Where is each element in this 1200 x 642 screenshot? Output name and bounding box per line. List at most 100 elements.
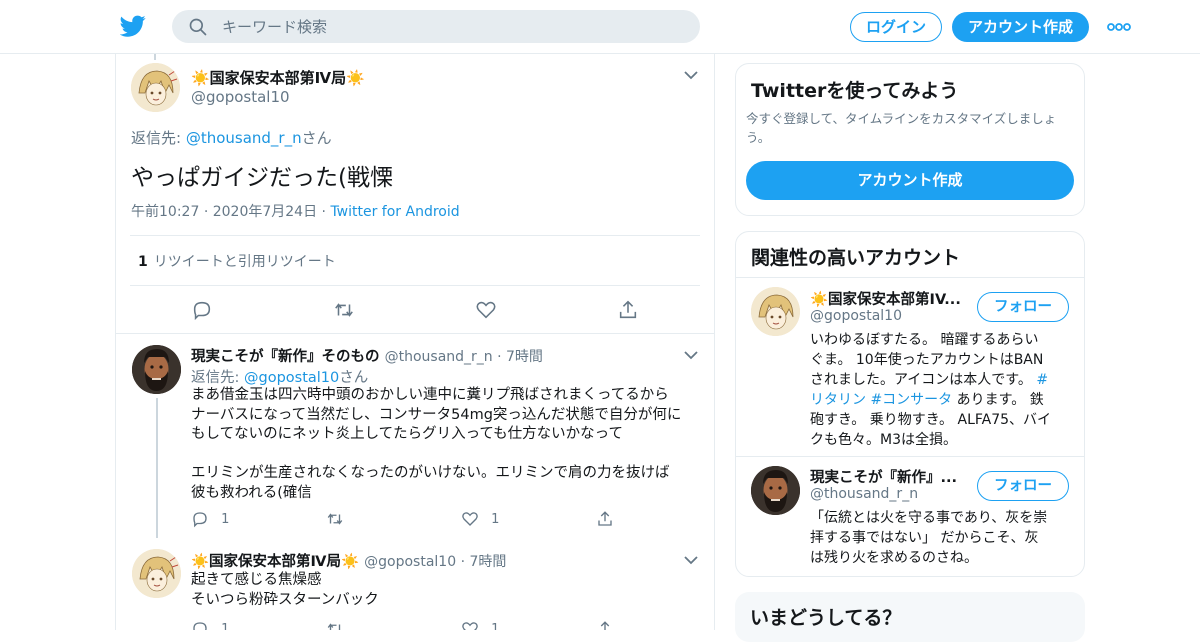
bio-text: されました。アイコンは本人です。	[810, 372, 1037, 388]
reply-to-line: 返信先: @thousand_r_nさん	[131, 127, 332, 148]
anime-avatar-icon	[131, 63, 180, 112]
bearded-man-avatar-icon	[751, 466, 800, 515]
tweet-text: まあ借金玉は四六時中頭のおかしい連中に糞リプ飛ばされまくってるから ナーバスにな…	[191, 386, 701, 503]
signup-card-subtitle-line: 今すぐ登録して、タイムラインをカスタマイズしましょ	[746, 111, 1057, 126]
bio-line: ぐま。 10年使ったアカウントはBAN	[810, 352, 1044, 368]
like-action[interactable]: 1	[461, 510, 499, 528]
bio-line: リタリン #コンサータ あります。 鉄	[810, 390, 1072, 410]
reply-action[interactable]: 1	[191, 620, 229, 630]
avatar[interactable]	[132, 549, 181, 598]
reply-header: 現実こそが『新作』そのもの @thousand_r_n · 7時間	[191, 345, 543, 366]
like-count: 1	[491, 621, 500, 631]
retweet-stats[interactable]: 1 リツイートと引用リツイート	[138, 251, 336, 271]
bio-line: されました。アイコンは本人です。 #	[810, 370, 1072, 390]
bio-line: いわゆるぼすたる。 暗躍するあらい	[810, 332, 1039, 348]
tweet-time[interactable]: 7時間	[506, 349, 543, 365]
retweet-stats-label: リツイートと引用リツイート	[153, 254, 336, 270]
share-action[interactable]	[596, 510, 614, 528]
tweet-text-line: 彼も救われる(確信	[191, 484, 312, 501]
author-name[interactable]: ☀️国家保安本部第Ⅳ局☀️	[191, 554, 359, 570]
retweet-icon[interactable]	[333, 299, 355, 321]
search-input[interactable]	[222, 10, 682, 43]
share-action[interactable]	[596, 620, 614, 630]
avatar[interactable]	[131, 63, 180, 112]
twitter-bird-logo-icon[interactable]	[120, 13, 146, 39]
meta-separator: ·	[456, 554, 470, 570]
reply-to-handle-link[interactable]: @thousand_r_n	[186, 129, 302, 147]
account-handle[interactable]: @gopostal10	[810, 308, 902, 324]
follow-button[interactable]: フォロー	[977, 471, 1069, 501]
reply-to-label: 返信先:	[131, 129, 186, 147]
reply-icon[interactable]	[191, 510, 209, 528]
author-handle[interactable]: @gopostal10	[364, 554, 456, 570]
tweet-text-line: ナーバスになって当然だし、コンサータ54mg突っ込んだ状態で自分が何に	[191, 406, 682, 423]
like-heart-icon[interactable]	[475, 299, 497, 321]
related-accounts-card: 関連性の高いアカウント ☀️国家保安本部第IV... @gopostal10 フ…	[735, 231, 1085, 577]
author-handle[interactable]: @gopostal10	[191, 88, 290, 106]
author-handle[interactable]: @thousand_r_n	[385, 349, 493, 365]
bio-line: クも色々。M3は全損。	[810, 432, 957, 448]
divider	[130, 285, 700, 286]
search-box[interactable]	[172, 10, 700, 43]
chevron-down-icon[interactable]	[684, 555, 698, 565]
avatar[interactable]	[751, 466, 800, 515]
tweet-time[interactable]: 午前10:27	[131, 204, 199, 220]
login-button[interactable]: ログイン	[850, 12, 942, 42]
tweet-text-line: まあ借金玉は四六時中頭のおかしい連中に糞リプ飛ばされまくってるから	[191, 387, 669, 403]
bio-line: 「伝統とは火を守る事であり、灰を崇	[810, 510, 1048, 526]
bio-line: 拝する事ではない」 だからこそ、灰	[810, 530, 1039, 546]
hashtag-link[interactable]: #コンサータ	[870, 392, 952, 408]
reply-count: 1	[221, 621, 230, 631]
chevron-down-icon[interactable]	[684, 70, 698, 80]
avatar[interactable]	[751, 287, 800, 336]
share-icon[interactable]	[617, 299, 639, 321]
reply-icon[interactable]	[191, 620, 209, 630]
author-name[interactable]: 現実こそが『新作』そのもの	[191, 349, 380, 365]
retweet-icon[interactable]	[326, 620, 344, 630]
divider	[116, 333, 714, 334]
account-handle[interactable]: @thousand_r_n	[810, 486, 918, 502]
avatar[interactable]	[132, 345, 181, 394]
bearded-man-avatar-icon	[132, 345, 181, 394]
top-navigation-bar: ログイン アカウント作成	[0, 0, 1200, 54]
bio-text: あります。 鉄	[952, 392, 1044, 408]
share-icon[interactable]	[596, 510, 614, 528]
retweet-action[interactable]	[326, 620, 344, 630]
reply-header: ☀️国家保安本部第Ⅳ局☀️ @gopostal10 · 7時間	[191, 550, 506, 571]
account-bio: 「伝統とは火を守る事であり、灰を崇 拝する事ではない」 だからこそ、灰 は残り火…	[810, 508, 1072, 568]
retweet-action[interactable]	[326, 510, 344, 528]
signup-card-title: Twitterを使ってみよう	[751, 80, 959, 102]
like-heart-icon[interactable]	[461, 620, 479, 630]
reply-count: 1	[221, 511, 230, 527]
reply-to-handle-link[interactable]: @gopostal10	[244, 370, 339, 386]
like-heart-icon[interactable]	[461, 510, 479, 528]
tweet-source-link[interactable]: Twitter for Android	[330, 204, 459, 220]
anime-avatar-icon	[751, 287, 800, 336]
hashtag-link[interactable]: リタリン	[810, 392, 866, 408]
chevron-down-icon[interactable]	[684, 350, 698, 360]
trends-title: いまどうしてる？	[750, 607, 902, 629]
signup-button[interactable]: アカウント作成	[952, 12, 1089, 42]
bio-line: は残り火を求めるのさね。	[810, 550, 978, 566]
signup-card-button[interactable]: アカウント作成	[746, 161, 1074, 200]
follow-button[interactable]: フォロー	[977, 292, 1069, 322]
reply-action[interactable]: 1	[191, 510, 229, 528]
like-action[interactable]: 1	[461, 620, 499, 630]
search-icon	[189, 18, 207, 36]
account-name[interactable]: 現実こそが『新作』...	[810, 466, 957, 487]
author-name[interactable]: ☀️国家保安本部第Ⅳ局☀️	[191, 67, 365, 88]
hashtag-link[interactable]: #	[1036, 372, 1048, 388]
tweet-text-line: もしてないのにネット炎上してたらグリ入っても仕方ないかなって	[191, 426, 623, 442]
share-icon[interactable]	[596, 620, 614, 630]
retweet-count: 1	[138, 254, 148, 270]
tweet-time[interactable]: 7時間	[469, 554, 506, 570]
reply-icon[interactable]	[191, 299, 213, 321]
signup-card: Twitterを使ってみよう 今すぐ登録して、タイムラインをカスタマイズしましょ…	[735, 63, 1085, 216]
signup-card-subtitle-line: う。	[746, 130, 771, 145]
retweet-icon[interactable]	[326, 510, 344, 528]
tweet-date[interactable]: 2020年7月24日	[213, 204, 317, 220]
signup-card-subtitle: 今すぐ登録して、タイムラインをカスタマイズしましょ う。	[746, 109, 1081, 147]
account-name[interactable]: ☀️国家保安本部第IV...	[810, 288, 961, 309]
more-options-icon[interactable]	[1106, 17, 1132, 37]
related-accounts-title: 関連性の高いアカウント	[751, 247, 961, 269]
